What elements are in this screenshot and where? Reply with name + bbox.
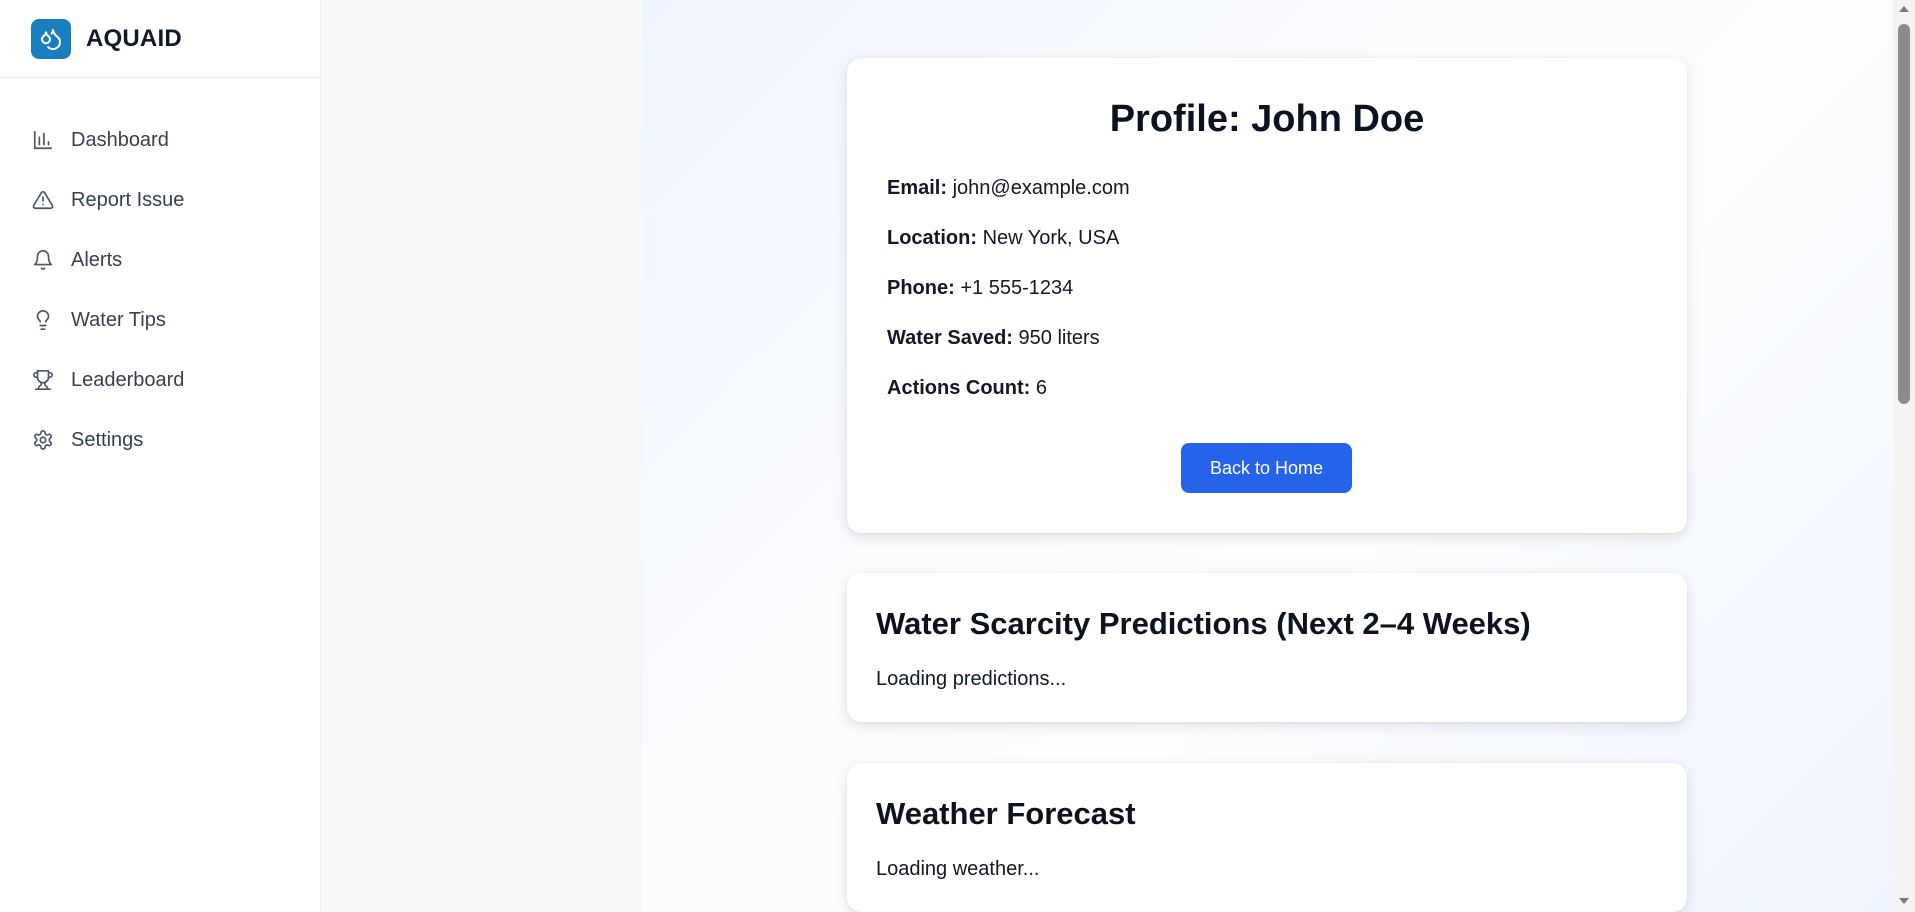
field-value: +1 555-1234 xyxy=(960,277,1074,299)
back-to-home-button[interactable]: Back to Home xyxy=(1181,443,1352,493)
actions-count-field: Actions Count: 6 xyxy=(887,377,1047,400)
weather-status: Loading weather... xyxy=(876,858,1040,880)
sidebar-item-label: Water Tips xyxy=(71,308,166,331)
sidebar-item-dashboard[interactable]: Dashboard xyxy=(0,110,320,170)
sidebar-item-label: Report Issue xyxy=(71,188,185,211)
sidebar-item-alerts[interactable]: Alerts xyxy=(0,230,320,290)
field-value: john@example.com xyxy=(952,177,1130,199)
sidebar-item-leaderboard[interactable]: Leaderboard xyxy=(0,350,320,410)
sidebar-item-label: Dashboard xyxy=(71,128,169,151)
email-field: Email: john@example.com xyxy=(887,177,1130,200)
sidebar-item-label: Leaderboard xyxy=(71,368,185,391)
sidebar-item-label: Alerts xyxy=(71,248,123,271)
field-label: Actions Count: xyxy=(887,377,1031,399)
bar-chart-icon xyxy=(31,128,55,152)
bell-icon xyxy=(31,248,55,272)
scrollbar[interactable] xyxy=(1893,0,1915,912)
app-name: AQUAID xyxy=(86,24,182,52)
sidebar-item-report-issue[interactable]: Report Issue xyxy=(0,170,320,230)
scrollbar-thumb[interactable] xyxy=(1898,24,1910,404)
page-title: Profile: John Doe xyxy=(1109,98,1425,140)
predictions-title: Water Scarcity Predictions (Next 2–4 Wee… xyxy=(876,606,1531,641)
predictions-card: Water Scarcity Predictions (Next 2–4 Wee… xyxy=(847,573,1687,722)
brand[interactable]: AQUAID xyxy=(0,0,320,78)
warning-triangle-icon xyxy=(31,188,55,212)
gear-icon xyxy=(31,428,55,452)
lightbulb-icon xyxy=(31,308,55,332)
trophy-icon xyxy=(31,368,55,392)
field-value: New York, USA xyxy=(982,227,1120,249)
field-label: Email: xyxy=(887,177,948,199)
weather-card: Weather Forecast Loading weather... xyxy=(847,763,1687,912)
sidebar-item-water-tips[interactable]: Water Tips xyxy=(0,290,320,350)
water-drops-icon xyxy=(31,18,71,59)
phone-field: Phone: +1 555-1234 xyxy=(887,277,1073,300)
sidebar-item-label: Settings xyxy=(71,428,144,451)
field-label: Water Saved: xyxy=(887,327,1013,349)
field-label: Phone: xyxy=(887,277,955,299)
field-value: 950 liters xyxy=(1018,327,1100,349)
location-field: Location: New York, USA xyxy=(887,227,1119,250)
sidebar-nav: Dashboard Report Issue Alerts Water Tips… xyxy=(0,110,320,470)
sidebar: AQUAID Dashboard Report Issue Alerts Wat… xyxy=(0,0,321,912)
scroll-down-icon[interactable] xyxy=(1899,898,1909,904)
water-saved-field: Water Saved: 950 liters xyxy=(887,327,1100,350)
left-gutter xyxy=(322,0,642,912)
predictions-status: Loading predictions... xyxy=(876,668,1067,690)
scroll-up-icon[interactable] xyxy=(1899,6,1909,12)
field-value: 6 xyxy=(1035,377,1047,399)
profile-card: Profile: John Doe Email: john@example.co… xyxy=(847,58,1687,533)
weather-title: Weather Forecast xyxy=(876,796,1136,831)
sidebar-item-settings[interactable]: Settings xyxy=(0,410,320,470)
field-label: Location: xyxy=(887,227,977,249)
